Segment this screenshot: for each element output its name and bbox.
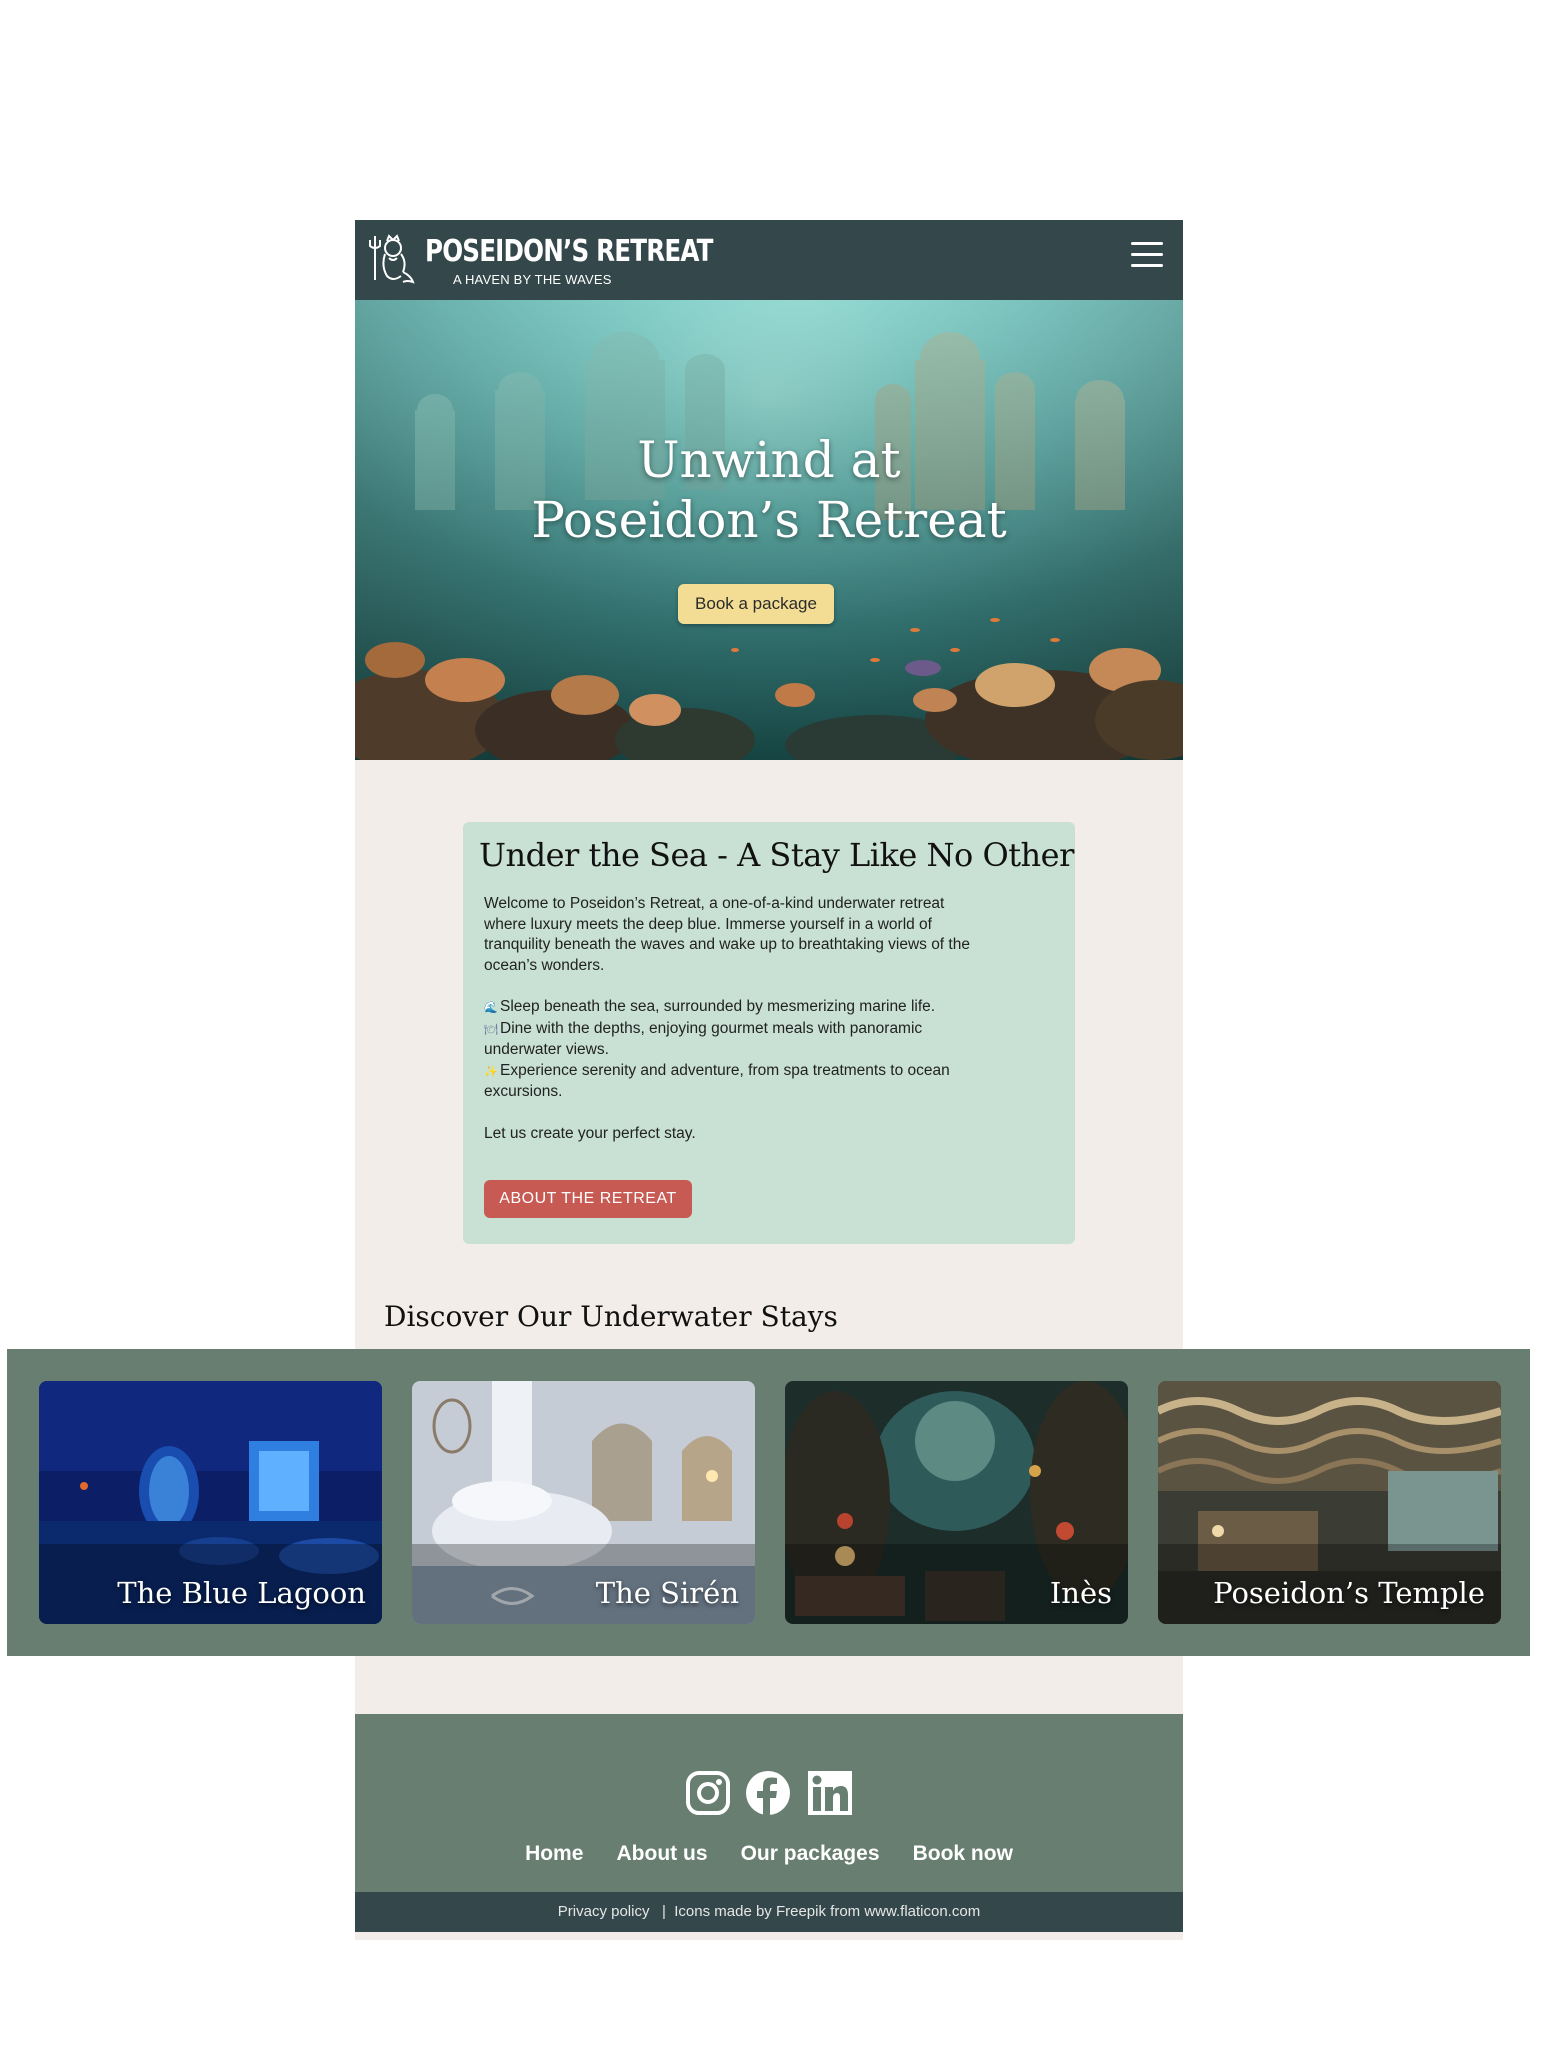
list-item: ✨ Experience serenity and adventure, from… <box>484 1061 984 1103</box>
footer-link-home[interactable]: Home <box>525 1842 583 1866</box>
footer-nav: Home About us Our packages Book now <box>355 1842 1183 1866</box>
stay-card-ines[interactable]: Inès <box>785 1381 1128 1624</box>
hero-title-line-1: Unwind at <box>637 431 901 489</box>
privacy-policy-link[interactable]: Privacy policy <box>558 1903 650 1920</box>
intro-title: Under the Sea - A Stay Like No Other <box>479 836 1074 874</box>
hamburger-menu-icon[interactable] <box>1131 242 1163 272</box>
stays-carousel: The Blue Lagoon The Sirén Inès Poseidon’… <box>7 1349 1530 1656</box>
icon-credit: Icons made by Freepik from www.flaticon.… <box>674 1903 981 1920</box>
hero-banner: Unwind at Poseidon’s Retreat Book a pack… <box>355 300 1183 760</box>
poseidon-logo-icon[interactable] <box>367 232 419 286</box>
about-retreat-button[interactable]: ABOUT THE RETREAT <box>484 1180 692 1218</box>
stay-card-poseidons-temple[interactable]: Poseidon’s Temple <box>1158 1381 1501 1624</box>
wave-icon: 🌊 <box>484 1002 498 1014</box>
stay-card-blue-lagoon[interactable]: The Blue Lagoon <box>39 1381 382 1624</box>
stay-card-title: Inès <box>1049 1576 1112 1610</box>
list-item: 🍽 Dine with the depths, enjoying gourmet … <box>484 1019 984 1061</box>
footer-link-book-now[interactable]: Book now <box>913 1842 1013 1866</box>
bullet-text: Experience serenity and adventure, from … <box>484 1061 950 1101</box>
brand-name[interactable]: POSEIDON’S RETREAT <box>425 234 713 269</box>
stay-card-the-siren[interactable]: The Sirén <box>412 1381 755 1624</box>
stays-heading: Discover Our Underwater Stays <box>384 1300 838 1333</box>
instagram-icon[interactable] <box>685 1770 731 1816</box>
footer-link-our-packages[interactable]: Our packages <box>741 1842 880 1866</box>
footer-link-about-us[interactable]: About us <box>617 1842 708 1866</box>
book-package-button[interactable]: Book a package <box>678 584 834 624</box>
stay-card-title: The Sirén <box>595 1576 739 1610</box>
brand-tagline: A HAVEN BY THE WAVES <box>453 272 612 287</box>
site-header: POSEIDON’S RETREAT A HAVEN BY THE WAVES <box>355 220 1183 300</box>
intro-paragraph: Welcome to Poseidon’s Retreat, a one-of-… <box>484 895 970 974</box>
page: POSEIDON’S RETREAT A HAVEN BY THE WAVES <box>355 220 1183 1940</box>
dining-icon: 🍽 <box>484 1023 498 1036</box>
bullet-text: Dine with the depths, enjoying gourmet m… <box>484 1019 923 1059</box>
stay-card-title: The Blue Lagoon <box>117 1576 366 1610</box>
bullet-text: Sleep beneath the sea, surrounded by mes… <box>500 998 936 1015</box>
stay-card-title: Poseidon’s Temple <box>1213 1576 1485 1610</box>
list-item: 🌊 Sleep beneath the sea, surrounded by me… <box>484 997 984 1019</box>
site-footer: Home About us Our packages Book now <box>355 1714 1183 1892</box>
facebook-icon[interactable] <box>745 1770 791 1816</box>
intro-body: Welcome to Poseidon’s Retreat, a one-of-… <box>484 894 984 1165</box>
intro-card: Under the Sea - A Stay Like No Other Wel… <box>463 822 1075 1244</box>
hero-title-line-2: Poseidon’s Retreat <box>531 491 1007 549</box>
sparkle-icon: ✨ <box>484 1065 498 1078</box>
separator: | <box>662 1903 666 1920</box>
linkedin-icon[interactable] <box>807 1770 853 1816</box>
sub-footer: Privacy policy | Icons made by Freepik f… <box>355 1892 1183 1932</box>
hero-title: Unwind at Poseidon’s Retreat <box>355 430 1183 550</box>
intro-closing: Let us create your perfect stay. <box>484 1124 696 1142</box>
